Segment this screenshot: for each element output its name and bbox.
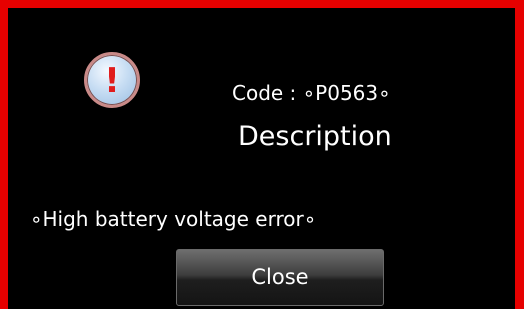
dialog-title: Description	[238, 121, 392, 152]
error-description: ∘High battery voltage error∘	[30, 207, 317, 231]
close-button[interactable]: Close	[176, 249, 384, 306]
error-code: Code : ∘P0563∘	[232, 81, 391, 105]
exclamation-glyph: !	[104, 61, 120, 101]
exclamation-icon: !	[84, 52, 140, 108]
error-dialog: ! Code : ∘P0563∘ Description ∘High batte…	[0, 0, 524, 309]
